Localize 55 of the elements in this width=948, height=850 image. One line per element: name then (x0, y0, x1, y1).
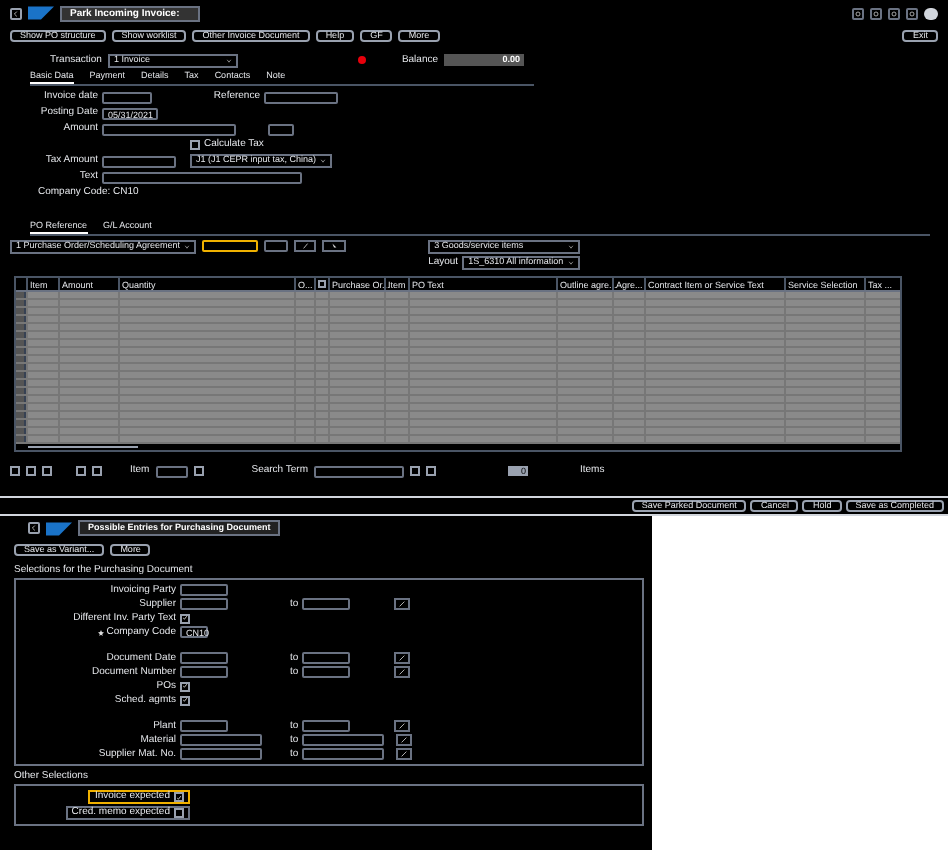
multiple-selection-button[interactable] (396, 748, 413, 760)
back-button[interactable] (28, 522, 40, 534)
input-field[interactable] (155, 465, 188, 477)
input-field[interactable] (180, 598, 228, 610)
caret-icon (320, 158, 327, 164)
input-field[interactable] (302, 748, 385, 760)
multiple-selection-button[interactable] (394, 666, 411, 678)
checkbox[interactable] (174, 808, 184, 818)
checkbox[interactable] (180, 681, 190, 691)
caret-icon (567, 244, 574, 250)
user-avatar[interactable] (924, 7, 938, 19)
input-field[interactable] (302, 598, 351, 610)
back-icon (30, 524, 38, 532)
input-field[interactable] (202, 240, 259, 252)
input-field[interactable] (180, 748, 262, 760)
input-field[interactable] (102, 171, 302, 183)
input-field[interactable] (314, 465, 404, 477)
checkbox[interactable] (180, 613, 190, 623)
multiple-selection-button[interactable] (394, 720, 411, 732)
checkbox[interactable] (190, 140, 200, 150)
pointer-button[interactable] (322, 240, 347, 252)
caret-icon (225, 57, 232, 63)
checkbox[interactable] (180, 695, 190, 705)
input-field[interactable] (180, 652, 228, 664)
caret-icon (567, 260, 574, 266)
pencil-icon (301, 242, 310, 250)
input-field[interactable] (102, 123, 236, 135)
input-field[interactable] (302, 652, 351, 664)
input-field[interactable] (102, 91, 152, 103)
logo (28, 6, 54, 20)
caret-icon (184, 244, 191, 250)
input-field[interactable] (180, 734, 262, 746)
input-field[interactable] (180, 666, 228, 678)
back-button[interactable] (10, 7, 22, 19)
input-field[interactable] (302, 666, 351, 678)
multiple-selection-button[interactable] (396, 734, 413, 746)
input-field[interactable] (180, 584, 228, 596)
edit-button[interactable] (294, 240, 317, 252)
multiple-selection-button[interactable] (394, 598, 411, 610)
input-field[interactable] (302, 720, 351, 732)
check-icon (176, 793, 182, 801)
input-field[interactable] (264, 91, 338, 103)
checkbox[interactable] (174, 792, 184, 802)
input-field[interactable] (302, 734, 385, 746)
check-icon (182, 614, 188, 622)
column-settings-icon[interactable] (318, 280, 326, 288)
cursor-icon (330, 242, 339, 250)
logo (46, 521, 72, 535)
input-field[interactable] (180, 720, 228, 732)
multiple-selection-button[interactable] (394, 652, 411, 664)
input-field[interactable] (264, 240, 289, 252)
input-field[interactable] (268, 123, 294, 135)
back-icon (12, 9, 20, 17)
status-icon (357, 56, 366, 64)
input-field[interactable] (102, 155, 176, 167)
